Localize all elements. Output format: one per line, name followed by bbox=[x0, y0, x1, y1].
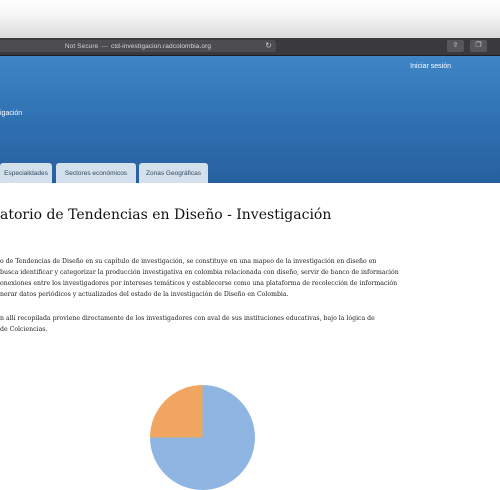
address-bar[interactable]: Not Secure — ctd-investigacion.radcolomb… bbox=[0, 40, 276, 52]
pie-slice-orange[interactable] bbox=[150, 385, 203, 438]
login-link[interactable]: Iniciar sesión bbox=[410, 63, 451, 70]
url-domain: ctd-investigacion.radcolombia.org bbox=[111, 43, 211, 50]
tab-label: Especialidades bbox=[4, 170, 48, 177]
paragraph-line: n allí recopilada proviene directamente … bbox=[0, 313, 375, 324]
paragraph-line: nerar datos periódicos y actualizados de… bbox=[0, 289, 399, 300]
url-separator: — bbox=[101, 43, 108, 50]
pie-slice-rest[interactable] bbox=[150, 438, 255, 490]
source-paragraph: n allí recopilada proviene directamente … bbox=[0, 313, 375, 335]
tab-label: Zonas Geográficas bbox=[146, 170, 201, 177]
security-label: Not Secure bbox=[65, 43, 99, 50]
main-content: atorio de Tendencias en Diseño - Investi… bbox=[0, 183, 500, 400]
intro-paragraph: o de Tendencias de Diseño en su capítulo… bbox=[0, 256, 399, 300]
pie-slice-blue[interactable] bbox=[203, 385, 256, 438]
paragraph-line: de Colciencias. bbox=[0, 324, 375, 335]
paragraph-line: o de Tendencias de Diseño en su capítulo… bbox=[0, 256, 399, 267]
tab-sectores-economicos[interactable]: Sectores económicos bbox=[56, 163, 136, 183]
paragraph-line: busca identificar y categorizar la produ… bbox=[0, 267, 399, 278]
site-brand-text[interactable]: igación bbox=[0, 110, 22, 117]
paragraph-line: onexiones entre los investigadores por i… bbox=[0, 278, 399, 289]
browser-toolbar: Not Secure — ctd-investigacion.radcolomb… bbox=[0, 38, 500, 56]
tab-especialidades[interactable]: Especialidades bbox=[0, 163, 52, 183]
reload-icon[interactable]: ↻ bbox=[265, 41, 272, 50]
tab-zonas-geograficas[interactable]: Zonas Geográficas bbox=[139, 163, 208, 183]
tab-label: Sectores económicos bbox=[65, 170, 127, 177]
share-icon[interactable]: ⇪ bbox=[447, 40, 464, 52]
page-title: atorio de Tendencias en Diseño - Investi… bbox=[0, 207, 331, 223]
pie-chart bbox=[150, 385, 255, 490]
tabs-icon[interactable]: ❐ bbox=[470, 40, 487, 52]
window-top-fade bbox=[0, 0, 500, 38]
